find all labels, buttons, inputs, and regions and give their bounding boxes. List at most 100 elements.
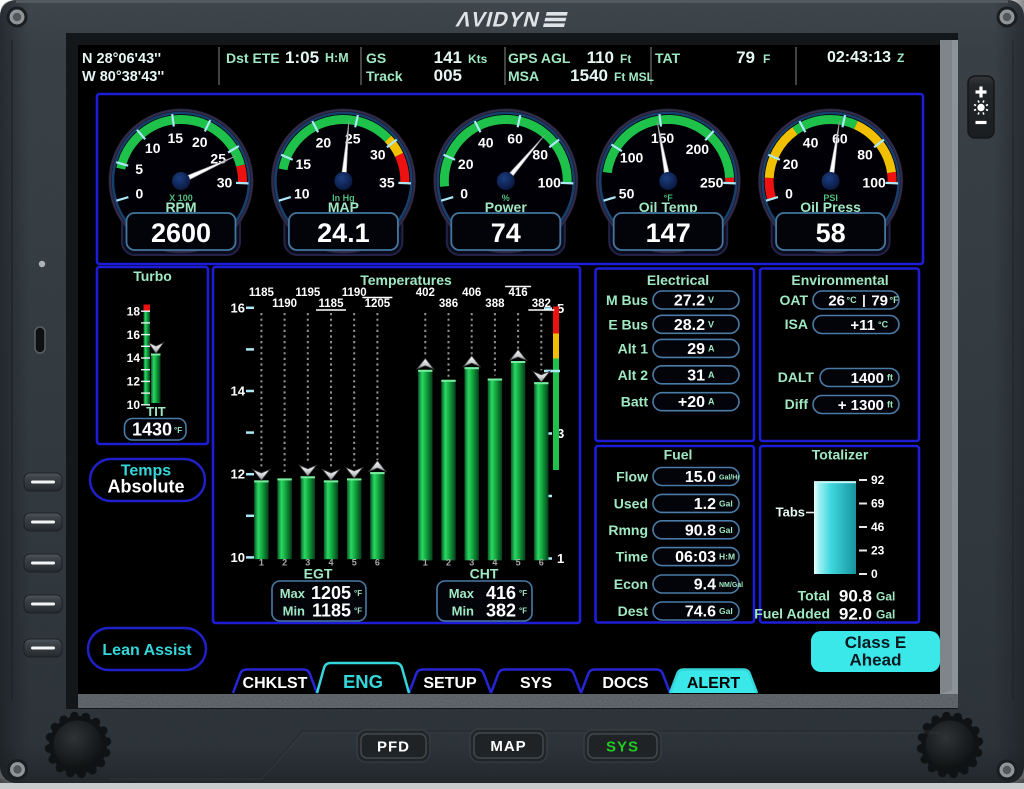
svg-text:Kts: Kts: [468, 52, 488, 66]
svg-text:ft: ft: [887, 373, 893, 383]
svg-text:°F: °F: [519, 607, 527, 616]
svg-text:V: V: [708, 295, 714, 305]
svg-text:EGT: EGT: [304, 566, 333, 582]
svg-text:Diff: Diff: [785, 396, 809, 412]
svg-text:1: 1: [423, 558, 428, 568]
svg-text:Gal: Gal: [719, 498, 733, 508]
svg-text:|: |: [862, 293, 866, 308]
svg-text:1205: 1205: [365, 298, 391, 310]
svg-text:Environmental: Environmental: [791, 272, 888, 288]
svg-text:Econ: Econ: [614, 576, 648, 592]
svg-text:Gal: Gal: [719, 606, 733, 616]
svg-text:69: 69: [871, 497, 885, 511]
svg-text:W 80°38'43'': W 80°38'43'': [82, 69, 164, 85]
svg-text:Gal: Gal: [719, 525, 733, 535]
svg-text:E Bus: E Bus: [608, 316, 648, 332]
svg-text:1540: 1540: [570, 66, 608, 85]
svg-text:5: 5: [516, 558, 521, 568]
svg-text:Electrical: Electrical: [647, 272, 709, 288]
svg-text:50: 50: [619, 186, 635, 202]
svg-text:15: 15: [296, 156, 312, 172]
svg-text:06:03: 06:03: [675, 549, 716, 566]
svg-text:1195: 1195: [295, 287, 321, 299]
svg-text:35: 35: [379, 175, 395, 191]
svg-text:TIT: TIT: [146, 404, 166, 419]
svg-text:A: A: [708, 370, 715, 380]
svg-text:Z: Z: [897, 51, 904, 65]
svg-text:20: 20: [192, 134, 208, 150]
svg-text:Min: Min: [452, 604, 474, 619]
svg-text:Ft: Ft: [620, 52, 631, 66]
svg-text:CHT: CHT: [470, 566, 499, 582]
svg-text:PFD: PFD: [377, 739, 410, 756]
svg-text:ISA: ISA: [785, 316, 808, 332]
svg-text:Temperatures: Temperatures: [360, 272, 452, 288]
svg-text:92: 92: [871, 473, 885, 487]
svg-text:9.4: 9.4: [694, 577, 716, 594]
svg-text:18: 18: [127, 304, 141, 318]
svg-text:60: 60: [832, 131, 848, 147]
svg-text:Max: Max: [449, 586, 475, 601]
svg-text:0: 0: [136, 186, 144, 202]
svg-text:Tabs: Tabs: [776, 505, 805, 520]
svg-text:SYS: SYS: [520, 675, 552, 692]
svg-text:+20: +20: [678, 394, 705, 411]
svg-text:14: 14: [127, 351, 141, 365]
svg-text:406: 406: [462, 287, 481, 299]
svg-text:80: 80: [532, 146, 548, 162]
svg-text:DOCS: DOCS: [602, 675, 649, 692]
svg-text:Time: Time: [616, 549, 649, 565]
svg-text:12: 12: [127, 375, 141, 389]
svg-text:Total: Total: [798, 588, 830, 604]
svg-text:100: 100: [620, 150, 644, 166]
svg-text:402: 402: [416, 287, 435, 299]
svg-text:416: 416: [509, 287, 528, 299]
svg-text:NM/Gal: NM/Gal: [719, 582, 743, 589]
svg-text:1:05: 1:05: [285, 48, 319, 67]
svg-text:388: 388: [485, 298, 505, 310]
svg-text:100: 100: [538, 175, 562, 191]
svg-text:1185: 1185: [312, 601, 351, 621]
svg-text:10: 10: [127, 398, 141, 412]
svg-text:250: 250: [700, 175, 724, 191]
svg-text:Alt 2: Alt 2: [618, 367, 649, 383]
svg-text:°F: °F: [519, 589, 527, 598]
svg-text:Class E: Class E: [845, 633, 906, 652]
svg-text:30: 30: [217, 175, 233, 191]
svg-text:°F: °F: [890, 295, 900, 305]
svg-text:60: 60: [507, 131, 523, 147]
svg-text:ft: ft: [887, 400, 893, 410]
svg-text:6: 6: [375, 558, 380, 568]
svg-text:29: 29: [687, 341, 705, 358]
svg-text:GPS AGL: GPS AGL: [508, 50, 571, 66]
svg-text:Gal/Hr: Gal/Hr: [719, 475, 740, 482]
svg-text:20: 20: [458, 156, 474, 172]
svg-text:Gal: Gal: [876, 608, 895, 622]
svg-text:°F: °F: [354, 607, 362, 616]
svg-text:1400: 1400: [851, 370, 884, 387]
svg-text:0: 0: [460, 186, 468, 202]
svg-text:2: 2: [282, 558, 287, 568]
svg-text:Lean Assist: Lean Assist: [102, 642, 192, 659]
svg-text:90.8: 90.8: [839, 587, 872, 606]
svg-text:1: 1: [259, 558, 264, 568]
svg-text:Turbo: Turbo: [133, 268, 172, 284]
svg-text:1185: 1185: [319, 298, 345, 310]
svg-text:°C: °C: [878, 320, 889, 330]
svg-text:0: 0: [785, 186, 793, 202]
svg-text:Rmng: Rmng: [608, 522, 648, 538]
svg-text:H:M: H:M: [719, 552, 735, 562]
svg-text:382: 382: [532, 298, 551, 310]
svg-text:A: A: [708, 343, 715, 353]
svg-text:0: 0: [871, 567, 878, 581]
svg-text:15: 15: [168, 130, 184, 146]
svg-text:40: 40: [478, 134, 494, 150]
svg-text:+11: +11: [850, 317, 875, 334]
svg-text:16: 16: [127, 328, 141, 342]
svg-text:+ 1300: + 1300: [838, 397, 884, 414]
svg-text:H:M: H:M: [325, 51, 349, 65]
svg-text:382: 382: [486, 601, 516, 621]
svg-text:30: 30: [370, 146, 386, 162]
svg-text:92.0: 92.0: [839, 605, 872, 624]
svg-text:147: 147: [646, 218, 691, 248]
